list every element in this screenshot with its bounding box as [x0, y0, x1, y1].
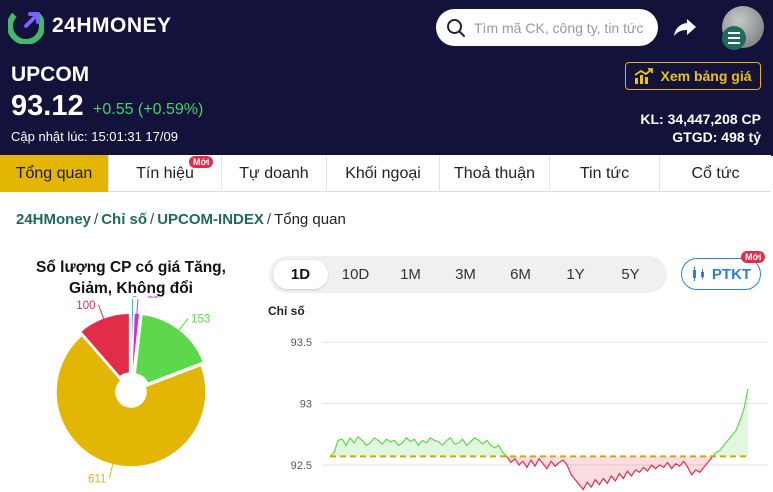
logo-icon	[8, 8, 44, 44]
breadcrumb: 24HMoney / Chỉ số / UPCOM-INDEX / Tổng quan	[16, 211, 346, 228]
pie-slice-label: 611	[88, 473, 106, 485]
pie-leader-line	[98, 304, 105, 321]
tab-label: Thoả thuận	[454, 164, 535, 182]
breadcrumb-current: Tổng quan	[274, 211, 346, 228]
brand-logo[interactable]: 24HMONEY	[8, 8, 172, 44]
range-6m[interactable]: 6M	[493, 260, 548, 289]
tab-proprietary[interactable]: Tự doanh	[222, 155, 327, 192]
tab-label: Cổ tức	[691, 164, 740, 182]
tab-overview[interactable]: Tổng quan	[0, 155, 109, 192]
y-tick-label: 93	[300, 399, 312, 411]
y-tick-label: 92.5	[291, 460, 312, 472]
index-change: +0.55 (+0.59%)	[93, 101, 204, 118]
search-icon	[447, 18, 465, 37]
candlestick-icon	[692, 267, 704, 281]
tab-label: Tự doanh	[239, 164, 309, 182]
breadcrumb-home[interactable]: 24HMoney	[16, 211, 91, 228]
update-time: Cập nhật lúc: 15:01:31 17/09	[11, 129, 178, 144]
tab-label: Tin tức	[579, 164, 630, 182]
range-5y[interactable]: 5Y	[603, 260, 658, 289]
breadcrumb-upcom-index[interactable]: UPCOM-INDEX	[157, 211, 264, 228]
view-price-board-button[interactable]: Xem bảng giá	[625, 62, 761, 90]
tab-put-through[interactable]: Thoả thuận	[440, 155, 550, 192]
range-1d[interactable]: 1D	[273, 260, 328, 289]
tab-signals[interactable]: Tín hiệu Mới	[109, 155, 222, 192]
index-symbol: UPCOM	[11, 63, 90, 86]
new-badge: Mới	[189, 156, 214, 168]
tab-bar: Tổng quan Tín hiệu Mới Tự doanh Khối ngoạ…	[0, 155, 771, 192]
tab-label: Khối ngoại	[345, 164, 421, 182]
breadcrumb-separator: /	[150, 211, 155, 228]
pie-slice-label: 153	[191, 314, 210, 326]
tab-label: Tín hiệu	[136, 164, 194, 182]
range-1m[interactable]: 1M	[383, 260, 438, 289]
new-badge: Mới	[741, 251, 766, 263]
y-tick-label: 93.5	[291, 337, 312, 349]
search-input[interactable]	[474, 19, 654, 36]
range-1y[interactable]: 1Y	[548, 260, 603, 289]
pie-slice-label: 100	[76, 300, 95, 312]
range-3m[interactable]: 3M	[438, 260, 493, 289]
pie-slice-label: 5	[132, 296, 138, 300]
share-icon[interactable]	[672, 14, 698, 40]
tab-dividends[interactable]: Cổ tức	[660, 155, 771, 192]
brand-name: 24HMONEY	[52, 14, 172, 37]
tab-label: Tổng quan	[15, 164, 93, 182]
tab-foreign[interactable]: Khối ngoại	[327, 155, 440, 192]
value-stat: GTGD: 498 tỷ	[672, 129, 761, 145]
chart-y-label: Chỉ số	[268, 304, 305, 318]
breadcrumb-separator: /	[266, 211, 272, 228]
view-price-board-label: Xem bảng giá	[660, 68, 752, 84]
intraday-chart: 93.5 93 92.5	[291, 337, 768, 491]
app-header: 24HMONEY UPCOM 93.12 +0.55 (+0.59%) Cập …	[0, 0, 773, 156]
breadcrumb-index[interactable]: Chỉ số	[101, 211, 147, 228]
menu-icon[interactable]	[722, 26, 746, 50]
pie-slice-label: 11	[147, 296, 159, 300]
technical-analysis-label: PTKT	[711, 265, 752, 283]
index-price: 93.12	[11, 90, 84, 122]
search-box[interactable]	[436, 9, 658, 46]
volume-stat: KL: 34,447,208 CP	[640, 111, 761, 127]
chart-up-icon	[634, 68, 654, 84]
pie-chart: 5 11 153 611 100	[55, 296, 210, 485]
range-selector: 1D 10D 1M 3M 6M 1Y 5Y	[269, 256, 667, 293]
tab-news[interactable]: Tin tức	[550, 155, 660, 192]
pie-title-line1: Số lượng CP có giá Tăng,	[36, 259, 226, 276]
pie-leader-line	[177, 318, 189, 332]
breadcrumb-separator: /	[94, 211, 99, 228]
range-10d[interactable]: 10D	[328, 260, 383, 289]
pie-title: Số lượng CP có giá Tăng, Giảm, Không đổi	[20, 257, 242, 299]
